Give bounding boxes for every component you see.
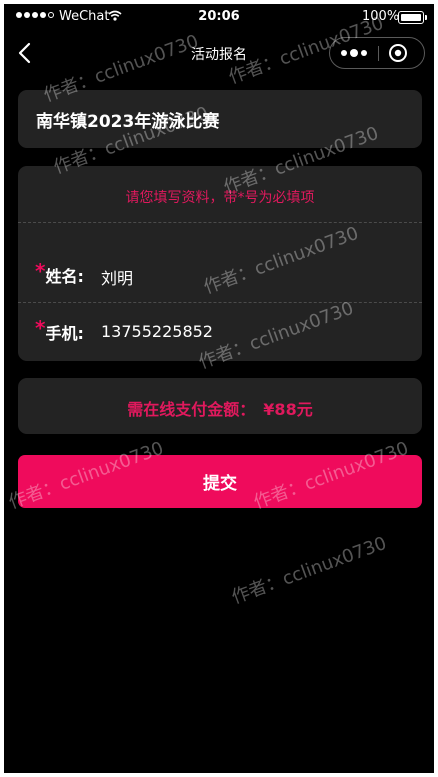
name-field-label: *姓名: <box>35 259 84 286</box>
nav-bar: 活动报名 <box>4 30 434 76</box>
event-title: 南华镇2023年游泳比赛 <box>36 112 220 132</box>
close-mini-program-icon[interactable] <box>388 43 408 63</box>
mini-program-capsule <box>329 37 425 69</box>
phone-input[interactable]: 13755225852 <box>101 322 213 341</box>
phone-field-label: *手机: <box>35 316 84 343</box>
form-divider <box>18 302 422 303</box>
more-icon[interactable] <box>330 38 378 68</box>
battery-icon <box>398 11 427 24</box>
payment-label: 需在线支付金额： <box>127 400 256 419</box>
registration-form: 请您填写资料，带*号为必填项 *姓名: 刘明 *手机: 13755225852 <box>18 166 422 361</box>
battery-percent: 100% <box>362 9 400 24</box>
form-divider <box>18 222 422 223</box>
watermark: 作者：cclinux0730 <box>228 532 390 609</box>
form-hint: 请您填写资料，带*号为必填项 <box>125 190 315 206</box>
capsule-divider <box>378 46 379 61</box>
phone-screen: WeChat 20:06 100% 活动报名 南华镇2023年游泳比赛 请您填写… <box>4 4 434 773</box>
payment-amount: ¥88元 <box>263 400 313 419</box>
required-mark: * <box>35 259 46 283</box>
status-bar: WeChat 20:06 100% <box>4 4 434 30</box>
payment-card: 需在线支付金额： ¥88元 <box>18 378 422 434</box>
event-title-card: 南华镇2023年游泳比赛 <box>18 90 422 148</box>
name-input[interactable]: 刘明 <box>101 265 133 289</box>
submit-button[interactable]: 提交 <box>18 455 422 508</box>
payment-amount-line: 需在线支付金额： ¥88元 <box>18 396 422 420</box>
required-mark: * <box>35 316 46 340</box>
